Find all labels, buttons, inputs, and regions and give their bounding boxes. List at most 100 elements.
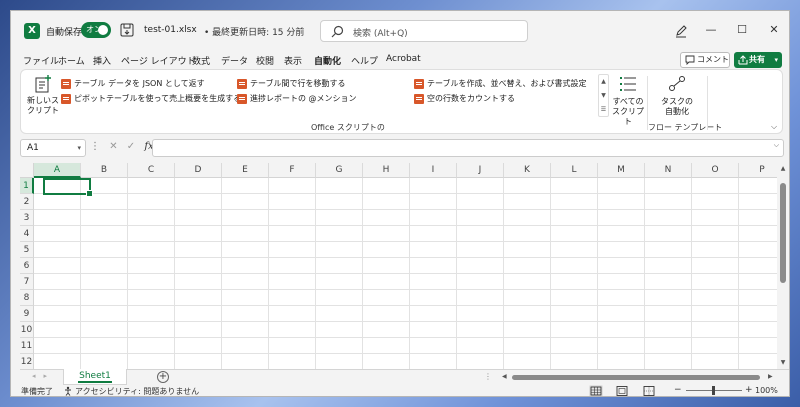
tab-review[interactable]: 校閲 [256,54,274,67]
share-button[interactable]: 共有 ▾ [734,52,782,68]
chevron-down-icon[interactable]: ▼ [599,89,608,103]
zoom-out-button[interactable]: − [674,385,682,395]
name-box[interactable]: A1 ▾ [20,139,86,157]
row-header[interactable]: 7 [20,274,34,290]
last-modified[interactable]: • 最終更新日時: 15 分前 [204,25,304,38]
more-icon[interactable]: ⋮ [90,141,100,152]
active-cell[interactable] [43,178,93,197]
chevron-up-icon[interactable]: ▲ [599,75,608,89]
sheet-tab[interactable]: Sheet1 [63,369,127,385]
search-input[interactable]: 検索 (Alt+Q) [320,20,528,42]
new-script-button[interactable]: 新しいス クリプト [26,74,60,126]
tab-file[interactable]: ファイル [23,54,59,67]
column-header[interactable]: C [128,163,175,178]
tab-data[interactable]: データ [221,54,248,67]
gallery-item[interactable]: 進捗レポートの @メンション [237,92,357,106]
scrollbar-thumb[interactable] [512,375,760,380]
close-button[interactable]: ✕ [767,23,781,37]
scrollbar-thumb[interactable] [780,183,786,283]
all-scripts-button[interactable]: すべての スクリプト [611,74,645,126]
row-header[interactable]: 2 [20,194,34,210]
scroll-left-icon[interactable]: ◀ [502,373,507,380]
column-header[interactable]: B [81,163,128,178]
cancel-icon[interactable]: ✕ [109,141,117,152]
row-header[interactable]: 3 [20,210,34,226]
status-ready: 準備完了 [21,387,53,396]
column-header[interactable]: O [692,163,739,178]
maximize-button[interactable]: ☐ [735,23,749,37]
cell-area[interactable] [34,178,778,369]
split-handle-icon[interactable]: ⋮ [484,372,492,381]
scroll-down-icon[interactable]: ▼ [777,359,789,366]
gallery-item[interactable]: ピボットテーブルを使って売上概要を生成する [61,92,241,106]
accessibility-status[interactable]: アクセシビリティ: 問題ありません [63,386,199,396]
row-header[interactable]: 4 [20,226,34,242]
formula-input[interactable]: ⌵ [152,139,784,157]
chevron-down-icon[interactable]: ▾ [774,52,778,68]
column-header[interactable]: N [645,163,692,178]
sheet-nav-icon[interactable]: ◂▸ [32,372,55,380]
expand-formula-icon[interactable]: ⌵ [774,141,779,150]
tab-help[interactable]: ヘルプ [351,54,378,67]
column-header[interactable]: M [598,163,645,178]
row-header[interactable]: 8 [20,290,34,306]
column-header[interactable]: K [504,163,551,178]
tab-automate[interactable]: 自動化 [314,54,342,71]
row-header[interactable]: 1 [20,178,34,194]
pen-icon[interactable] [674,24,688,38]
tab-insert[interactable]: 挿入 [93,54,111,67]
zoom-level[interactable]: 100% [755,386,778,395]
column-header[interactable]: D [175,163,222,178]
tab-acrobat[interactable]: Acrobat [386,54,421,64]
page-layout-view-icon[interactable] [615,385,629,397]
page-break-view-icon[interactable] [642,385,656,397]
collapse-ribbon-icon[interactable]: ⌵ [771,122,777,132]
horizontal-scrollbar[interactable]: ◀ ▶ [502,373,776,383]
gallery-item[interactable]: テーブルを作成、並べ替え、および書式設定 [414,77,587,91]
row-header[interactable]: 9 [20,306,34,322]
column-header[interactable]: E [222,163,269,178]
gallery-scroller[interactable]: ▲ ▼ ☰ [598,74,609,117]
gallery-item[interactable]: 空の行数をカウントする [414,92,515,106]
select-all-corner[interactable] [20,163,34,178]
zoom-slider[interactable] [686,386,742,395]
all-scripts-label-1: すべての [612,97,644,106]
enter-icon[interactable]: ✓ [127,141,135,152]
column-header[interactable]: L [551,163,598,178]
column-header[interactable]: G [316,163,363,178]
row-header[interactable]: 6 [20,258,34,274]
scroll-up-icon[interactable]: ▲ [777,165,789,172]
comment-button[interactable]: コメント [680,52,730,68]
ribbon: 新しいス クリプト テーブル データを JSON として返す テーブル間で行を移… [20,69,783,134]
row-header[interactable]: 5 [20,242,34,258]
zoom-slider-knob[interactable] [712,386,715,395]
column-header[interactable]: H [363,163,410,178]
gallery-item[interactable]: テーブル データを JSON として返す [61,77,205,91]
tab-formulas[interactable]: 数式 [192,54,210,67]
row-header[interactable]: 10 [20,322,34,338]
column-header[interactable]: F [269,163,316,178]
row-header[interactable]: 11 [20,338,34,354]
automate-task-button[interactable]: タスクの 自動化 [657,74,697,126]
tab-page-layout[interactable]: ページ レイアウト [121,54,196,67]
column-header[interactable]: J [457,163,504,178]
tab-home[interactable]: ホーム [58,54,85,67]
chevron-down-icon[interactable]: ▾ [77,140,81,156]
gallery-more-icon[interactable]: ☰ [599,103,608,117]
tab-view[interactable]: 表示 [284,54,302,67]
column-header[interactable]: I [410,163,457,178]
autosave-toggle[interactable]: オン [81,22,111,38]
zoom-in-button[interactable]: + [745,385,753,395]
row-header[interactable]: 12 [20,354,34,369]
minimize-button[interactable]: — [704,23,718,37]
add-sheet-button[interactable]: + [157,371,169,383]
gallery-item[interactable]: テーブル間で行を移動する [237,77,346,91]
worksheet-grid[interactable]: ABCDEFGHIJKLMNOP 1 2 3 4 5 6 7 8 9 10 11 12 [20,163,778,369]
file-name[interactable]: test-01.xlsx [144,25,197,35]
column-header[interactable]: A [34,163,81,178]
normal-view-icon[interactable] [589,385,603,397]
column-header[interactable]: P [739,163,778,178]
scroll-right-icon[interactable]: ▶ [768,373,773,380]
save-icon[interactable] [120,23,134,37]
vertical-scrollbar[interactable]: ▲ ▼ [777,163,789,371]
